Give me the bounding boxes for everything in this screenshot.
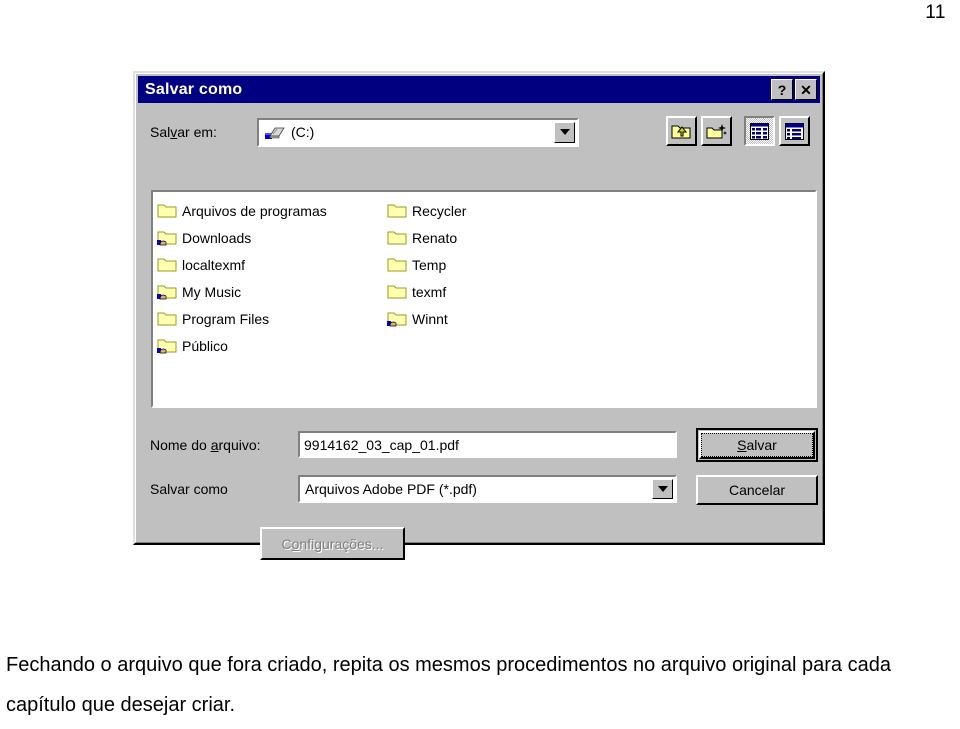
hard-drive-icon	[265, 124, 285, 140]
list-item[interactable]: Arquivos de programas	[157, 197, 387, 224]
folder-sparkle-icon	[706, 123, 727, 138]
file-list-column-1: Arquivos de programas Downloads localtex…	[157, 197, 387, 359]
file-list-column-2: Recycler Renato Temp texmf Winnt	[387, 197, 617, 359]
look-in-dropdown-arrow[interactable]	[554, 121, 575, 143]
list-item-label: My Music	[182, 283, 242, 300]
dialog-inner-frame: Salvar como ? ✕ Salvar em: (C:) Arquivos…	[135, 73, 823, 560]
list-item[interactable]: My Music	[157, 278, 387, 305]
dialog-toolbar	[666, 116, 810, 146]
list-item[interactable]: Recycler	[387, 197, 617, 224]
dialog-title: Salvar como	[145, 80, 243, 98]
file-name-label: Nome do arquivo:	[150, 436, 261, 453]
file-type-dropdown-arrow[interactable]	[652, 479, 673, 499]
file-type-label: Salvar como	[150, 481, 228, 497]
list-item-label: localtexmf	[182, 256, 246, 273]
list-item-label: Recycler	[412, 202, 467, 219]
folder-icon	[157, 256, 177, 273]
file-list-columns: Arquivos de programas Downloads localtex…	[153, 192, 815, 359]
body-paragraph: Fechando o arquivo que fora criado, repi…	[6, 654, 891, 716]
cancel-button[interactable]: Cancelar	[696, 475, 818, 505]
up-one-level-button[interactable]	[666, 116, 697, 146]
folder-icon	[387, 229, 407, 246]
folder-icon	[157, 202, 177, 219]
file-list-box[interactable]: Arquivos de programas Downloads localtex…	[151, 190, 817, 408]
list-item-label: Arquivos de programas	[182, 202, 327, 219]
details-view-button[interactable]	[779, 116, 810, 146]
list-item[interactable]: Renato	[387, 224, 617, 251]
close-button[interactable]: ✕	[795, 79, 817, 100]
page-number: 11	[925, 2, 946, 23]
new-folder-button[interactable]	[701, 116, 732, 146]
shared-folder-icon	[157, 283, 177, 300]
list-item[interactable]: Temp	[387, 251, 617, 278]
folder-icon	[387, 202, 407, 219]
list-item[interactable]: texmf	[387, 278, 617, 305]
look-in-value: (C:)	[291, 124, 315, 140]
list-item-label: Downloads	[182, 229, 252, 246]
file-type-combobox[interactable]: Arquivos Adobe PDF (*.pdf)	[298, 475, 677, 503]
list-view-icon	[750, 122, 769, 140]
folder-icon	[387, 283, 407, 300]
list-item-label: texmf	[412, 283, 447, 300]
list-item-label: Temp	[412, 256, 447, 273]
list-item[interactable]: localtexmf	[157, 251, 387, 278]
file-name-input[interactable]	[298, 431, 677, 458]
list-view-button[interactable]	[744, 116, 775, 146]
shared-folder-icon	[157, 337, 177, 354]
list-item-label: Program Files	[182, 310, 270, 327]
details-view-icon	[785, 122, 804, 140]
list-item[interactable]: Winnt	[387, 305, 617, 332]
save-as-dialog: Salvar como ? ✕ Salvar em: (C:) Arquivos…	[133, 71, 825, 560]
folder-icon	[157, 310, 177, 327]
shared-folder-icon	[387, 310, 407, 327]
file-type-value: Arquivos Adobe PDF (*.pdf)	[305, 481, 477, 497]
help-button[interactable]: ?	[771, 79, 793, 100]
chevron-down-icon	[559, 129, 570, 135]
look-in-combobox[interactable]: (C:)	[257, 117, 579, 147]
folder-up-arrow-icon	[671, 125, 691, 138]
look-in-label: Salvar em:	[150, 124, 217, 140]
chevron-down-icon	[657, 486, 668, 492]
save-button[interactable]: Salvar	[699, 431, 815, 459]
list-item-label: Winnt	[412, 310, 448, 327]
settings-button[interactable]: Co nfigurações...	[260, 527, 405, 560]
list-item[interactable]: Downloads	[157, 224, 387, 251]
dialog-titlebar: Salvar como ? ✕	[138, 76, 820, 103]
shared-folder-icon	[157, 229, 177, 246]
list-item-label: Renato	[412, 229, 458, 246]
list-item[interactable]: Program Files	[157, 305, 387, 332]
list-item[interactable]: Público	[157, 332, 387, 359]
folder-icon	[387, 256, 407, 273]
file-name-row: Nome do arquivo:	[150, 431, 677, 458]
file-type-row: Salvar como Arquivos Adobe PDF (*.pdf)	[150, 475, 677, 503]
list-item-label: Público	[182, 337, 228, 354]
save-button-frame: Salvar	[696, 428, 818, 462]
